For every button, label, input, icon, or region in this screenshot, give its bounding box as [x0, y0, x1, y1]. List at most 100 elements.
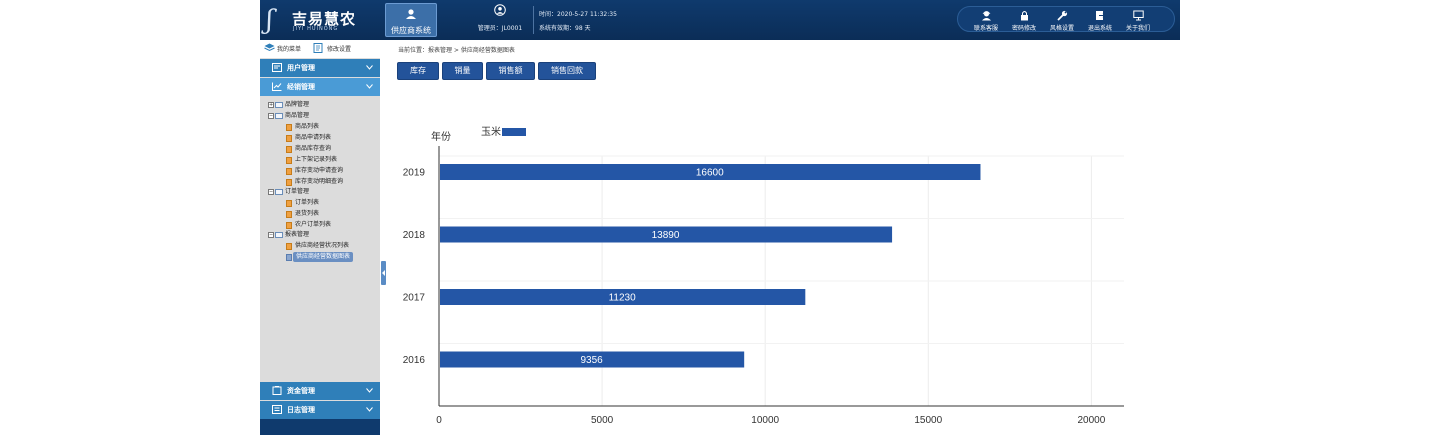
bar-value-label: 9356: [580, 355, 603, 366]
bar-value-label: 11230: [609, 293, 637, 304]
page-icon: [286, 222, 292, 229]
y-tick-label: 2017: [403, 293, 426, 304]
tree-label: 库存变动申请查询: [295, 167, 344, 174]
sidebar-section-fund-management[interactable]: 资金管理: [260, 382, 380, 400]
y-axis-title: 年份: [431, 130, 451, 143]
my-menu-link[interactable]: 我的菜单: [277, 44, 301, 53]
page-icon: [286, 243, 292, 250]
collapse-icon[interactable]: −: [268, 113, 274, 119]
sidebar-section-log-management[interactable]: 日志管理: [260, 401, 380, 419]
chevron-down-icon: [366, 407, 373, 412]
supplier-system-label: 供应商系统: [391, 26, 431, 35]
sidebar-section-distribution-management[interactable]: 经销管理: [260, 78, 380, 96]
exit-system-button[interactable]: 退出系统: [1082, 9, 1118, 32]
tree-label: 退货列表: [295, 210, 320, 217]
page-icon: [286, 200, 292, 207]
tree-label: 商品列表: [295, 123, 320, 130]
tree-label: 商品库存查询: [295, 145, 332, 152]
modify-settings-link[interactable]: 修改设置: [327, 44, 351, 53]
lock-icon: [1021, 11, 1028, 21]
folder-icon: [275, 232, 283, 238]
chevron-down-icon: [366, 84, 373, 89]
contact-service-button[interactable]: 联系客服: [968, 9, 1004, 32]
header-toolbar: 联系客服 密码修改 风格设置 退出系统 关于我们: [957, 6, 1175, 32]
tree-label: 供应商经营数据图表: [293, 252, 354, 262]
page-icon: [286, 179, 292, 186]
breadcrumb: 当前位置：报表管理 > 供应商经营数据图表: [398, 47, 515, 54]
section-label: 资金管理: [287, 387, 315, 395]
legend-label: 玉米: [481, 125, 501, 138]
tree-label: 农户订单列表: [295, 221, 332, 228]
folder-icon: [275, 189, 283, 195]
settings-doc-icon: [313, 43, 323, 53]
tree-label: 订单管理: [285, 188, 310, 195]
logo-subtitle: JIYI HUINONG: [293, 26, 339, 32]
admin-label: 管理员：JL0001: [477, 25, 523, 32]
tree-label: 供应商经营状况列表: [295, 242, 350, 249]
inventory-button[interactable]: 库存: [397, 62, 439, 80]
wrench-icon: [1057, 10, 1068, 21]
bar-value-label: 16600: [696, 168, 724, 179]
x-tick-label: 5000: [591, 415, 614, 426]
sidebar: 我的菜单 修改设置 用户管理 经销管理 + 品牌管理 − 商品管理 商品列表 商品申…: [260, 40, 380, 435]
admin-profile[interactable]: 管理员：JL0001: [470, 3, 530, 37]
tree-label: 库存变动明细查询: [295, 178, 344, 185]
collapse-icon[interactable]: −: [268, 189, 274, 195]
log-icon: [272, 405, 282, 414]
header-divider: [533, 6, 534, 34]
tree-label: 上下架记录列表: [295, 156, 338, 163]
sidebar-section-user-management[interactable]: 用户管理: [260, 59, 380, 77]
about-us-button[interactable]: 关于我们: [1120, 9, 1156, 32]
chevron-down-icon: [366, 65, 373, 70]
sales-payment-button[interactable]: 销售回款: [538, 62, 596, 80]
x-tick-label: 20000: [1077, 415, 1105, 426]
chart-line-icon: [272, 82, 282, 91]
x-tick-label: 10000: [751, 415, 779, 426]
exit-icon: [1096, 11, 1106, 20]
x-tick-label: 0: [436, 415, 442, 426]
current-time: 时间：2020-5-27 11:32:35: [539, 11, 617, 18]
app-window: ʃ 吉易慧农 JIYI HUINONG 供应商系统 管理员：JL0001 时间：…: [260, 0, 1180, 435]
legend-swatch: [502, 128, 526, 136]
sidebar-top-links: 我的菜单 修改设置: [260, 40, 380, 58]
tree-label: 报表管理: [285, 231, 310, 238]
my-menu-icon: [264, 43, 275, 52]
admin-avatar-icon: [494, 4, 506, 16]
system-validity: 系统有效期：98 天: [539, 25, 591, 32]
page-icon: [286, 124, 292, 131]
style-settings-button[interactable]: 风格设置: [1044, 9, 1080, 32]
change-password-button[interactable]: 密码修改: [1006, 9, 1042, 32]
logo-icon: ʃ: [266, 5, 274, 35]
customer-service-icon: [982, 11, 991, 21]
tree-label: 品牌管理: [285, 101, 310, 108]
section-label: 经销管理: [287, 83, 315, 91]
bar-value-label: 13890: [652, 230, 680, 241]
main-content: 当前位置：报表管理 > 供应商经营数据图表 库存 销量 销售额 销售回款 0 50…: [386, 40, 1180, 435]
bar-chart: 0 5000 10000 15000 20000 年份 16600 2019 13890 2018…: [403, 125, 1124, 426]
page-icon: [286, 135, 292, 142]
page-icon: [286, 211, 292, 218]
page-icon: [286, 254, 292, 261]
section-label: 日志管理: [287, 406, 315, 414]
tree-label: 订单列表: [295, 199, 320, 206]
page-icon: [286, 157, 292, 164]
collapse-icon[interactable]: −: [268, 232, 274, 238]
x-tick-label: 15000: [914, 415, 942, 426]
collapse-arrow-icon: [382, 270, 385, 276]
supplier-system-tab[interactable]: 供应商系统: [385, 3, 437, 37]
sales-amount-button[interactable]: 销售额: [486, 62, 535, 80]
user-icon: [406, 9, 416, 19]
folder-icon: [275, 113, 283, 119]
sidebar-tree: + 品牌管理 − 商品管理 商品列表 商品申请列表 商品库存查询 上下架记录列表 库…: [260, 98, 380, 268]
about-us-label: 关于我们: [1125, 25, 1150, 32]
logo: ʃ 吉易慧农 JIYI HUINONG: [266, 6, 376, 34]
sales-volume-button[interactable]: 销量: [442, 62, 483, 80]
tree-label: 商品管理: [285, 112, 310, 119]
y-tick-label: 2016: [403, 355, 426, 366]
monitor-icon: [1133, 10, 1144, 21]
users-icon: [272, 63, 282, 72]
top-header: ʃ 吉易慧农 JIYI HUINONG 供应商系统 管理员：JL0001 时间：…: [260, 0, 1180, 40]
tree-label: 商品申请列表: [295, 134, 332, 141]
chevron-down-icon: [366, 388, 373, 393]
expand-icon[interactable]: +: [268, 102, 274, 108]
